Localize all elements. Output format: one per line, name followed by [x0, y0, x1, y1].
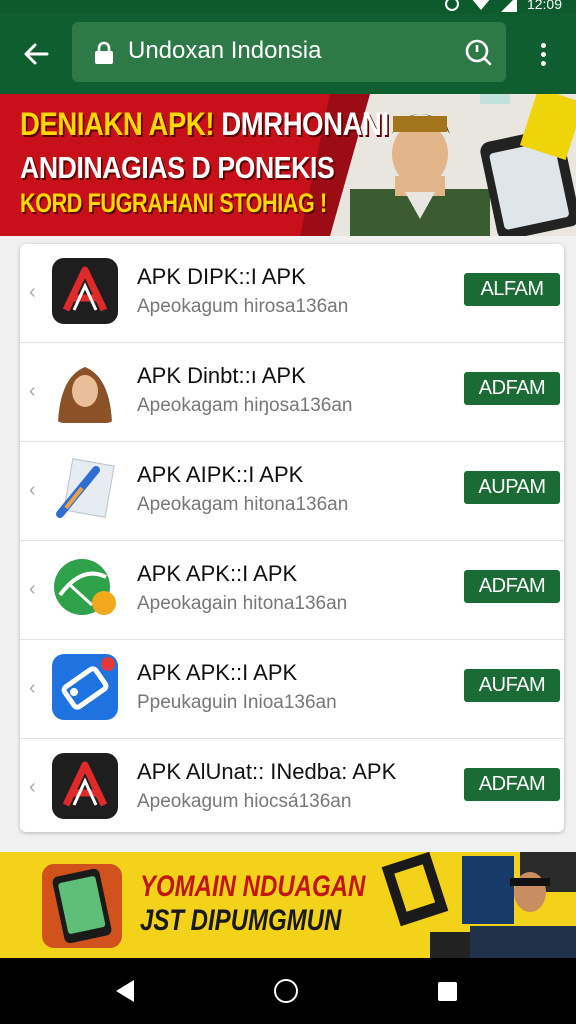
- app-title: APK DIPK::I APK: [137, 264, 306, 289]
- menu-dot: [540, 60, 546, 66]
- chevron-left-icon: ‹: [29, 677, 36, 699]
- arrow-left-icon: [24, 43, 49, 65]
- chevron-left-icon: ‹: [29, 578, 36, 600]
- app-action-button[interactable]: ADFAM: [464, 570, 560, 603]
- green-circle-icon: [52, 555, 118, 621]
- list-item[interactable]: ‹ APK APK::I APK Ppeukaguin Inioa136an A…: [20, 640, 564, 739]
- app-subtitle: Ppeukaguin Inioa136an: [137, 692, 337, 713]
- app-subtitle: Apeokagam hitona136an: [137, 494, 349, 515]
- list-item[interactable]: ‹ APK APK::I APK Apeokagain hitona136an …: [20, 541, 564, 640]
- status-time: 12:09: [526, 0, 562, 12]
- app-title: APK Dinbt::ı APK: [137, 363, 306, 388]
- nav-back-icon[interactable]: [116, 980, 136, 1002]
- banner-headline-b: DMRHONANI: [214, 106, 389, 142]
- app-title: APK AIPK::I APK: [137, 462, 304, 487]
- woman-portrait-icon: [52, 357, 118, 423]
- chevron-left-icon: ‹: [29, 380, 36, 402]
- chevron-left-icon: ‹: [29, 479, 36, 501]
- phone-icon: [42, 864, 122, 948]
- back-button[interactable]: [20, 38, 52, 70]
- app-action-button[interactable]: ADFAM: [464, 768, 560, 801]
- app-subtitle: Apeokagum hirosa136an: [137, 296, 349, 317]
- banner-subline: ANDINAGIAS D PONEKIS: [20, 150, 335, 185]
- chevron-left-icon: ‹: [29, 281, 36, 303]
- red-a-logo-icon: [52, 258, 118, 324]
- app-title: APK APK::I APK: [137, 660, 298, 685]
- banner-bottom-subline: JST DIPUMGMUN: [140, 904, 342, 937]
- top-promo-banner[interactable]: DENIAKN APK! DMRHONANI ANDINAGIAS D PONE…: [0, 94, 576, 236]
- menu-dot: [540, 42, 546, 48]
- app-action-button[interactable]: AUPAM: [464, 471, 560, 504]
- list-item[interactable]: ‹ APK DIPK::I APK Apeokagum hirosa136an …: [20, 244, 564, 343]
- alarm-icon: [444, 0, 459, 11]
- app-list-card: ‹ APK DIPK::I APK Apeokagum hirosa136an …: [20, 244, 564, 832]
- address-bar[interactable]: Undoxan Indonsia: [72, 22, 506, 82]
- app-action-button[interactable]: ADFAM: [464, 372, 560, 405]
- browser-app-bar: Undoxan Indonsia: [0, 14, 576, 94]
- signal-icon: [500, 0, 517, 12]
- banner-headline-a: DENIAKN APK!: [20, 106, 215, 142]
- system-nav-bar: [0, 958, 576, 1024]
- app-subtitle: Apeokagam hiŋosa136an: [137, 395, 353, 416]
- lock-icon: [95, 41, 113, 64]
- search-icon[interactable]: [464, 38, 492, 66]
- app-subtitle: Apeokagum hiocsá136an: [137, 791, 352, 812]
- nav-recents-icon[interactable]: [438, 982, 457, 1001]
- nav-home-icon[interactable]: [274, 979, 298, 1003]
- url-text[interactable]: Undoxan Indonsia: [128, 37, 321, 65]
- status-icons: 12:09: [443, 0, 562, 12]
- app-subtitle: Apeokagain hitona136an: [137, 593, 348, 614]
- banner-headline: DENIAKN APK! DMRHONANI: [20, 106, 389, 143]
- status-bar: 12:09: [0, 0, 576, 14]
- chevron-left-icon: ‹: [29, 776, 36, 798]
- pen-paper-icon: [52, 456, 118, 522]
- overflow-menu-button[interactable]: [530, 38, 556, 70]
- list-item[interactable]: ‹ APK AIPK::I APK Apeokagam hitona136an …: [20, 442, 564, 541]
- app-action-button[interactable]: ALFAM: [464, 273, 560, 306]
- list-item[interactable]: ‹ APK Dinbt::ı APK Apeokagam hiŋosa136an…: [20, 343, 564, 442]
- red-a-logo-icon: [52, 753, 118, 819]
- wifi-icon: [472, 0, 490, 10]
- list-item[interactable]: ‹ APK AlUnat:: INedba: APK Apeokagum hio…: [20, 739, 564, 832]
- menu-dot: [540, 51, 546, 57]
- app-title: APK AlUnat:: INedba: APK: [137, 759, 397, 784]
- blue-tag-icon: [52, 654, 118, 720]
- bottom-promo-banner[interactable]: YOMAIN NDUAGAN JST DIPUMGMUN: [0, 852, 576, 958]
- app-title: APK APK::I APK: [137, 561, 298, 586]
- app-action-button[interactable]: AUFAM: [464, 669, 560, 702]
- banner-bottom-artwork: [381, 852, 576, 958]
- banner-bottom-headline: YOMAIN NDUAGAN: [140, 870, 366, 903]
- banner-tagline: KORD FUGRAHANI STOHIAG !: [20, 188, 327, 218]
